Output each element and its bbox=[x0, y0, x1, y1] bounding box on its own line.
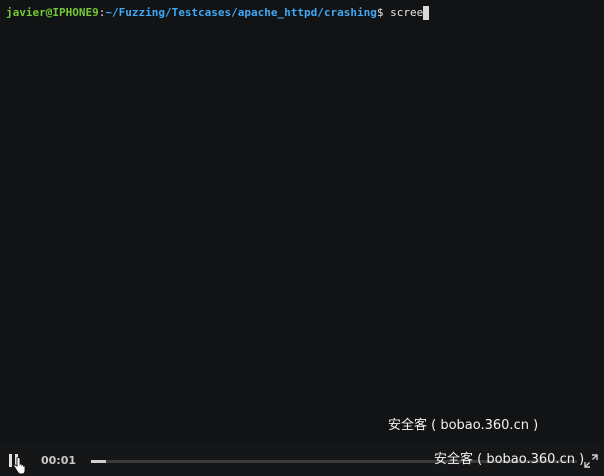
hand-pointer-icon bbox=[13, 457, 26, 475]
prompt-user-host: javier@IPHONE9 bbox=[6, 6, 99, 19]
text-cursor bbox=[423, 6, 430, 20]
fullscreen-icon[interactable] bbox=[584, 454, 598, 468]
typed-command: scree bbox=[390, 6, 424, 19]
progress-fill bbox=[91, 460, 106, 463]
player-controls: 00:01 安全客 ( bobao.360.cn ) bbox=[0, 444, 604, 476]
watermark-upper: 安全客 ( bobao.360.cn ) bbox=[388, 418, 539, 433]
elapsed-time: 00:01 bbox=[41, 454, 77, 467]
prompt-dollar: $ bbox=[376, 6, 391, 19]
terminal-player: javier@IPHONE9:~/Fuzzing/Testcases/apach… bbox=[0, 0, 604, 476]
prompt-path: ~/Fuzzing/Testcases/apache_httpd/crashin… bbox=[105, 6, 377, 19]
terminal-screen[interactable]: javier@IPHONE9:~/Fuzzing/Testcases/apach… bbox=[0, 0, 604, 444]
watermark-lower: 安全客 ( bobao.360.cn ) bbox=[434, 452, 585, 467]
